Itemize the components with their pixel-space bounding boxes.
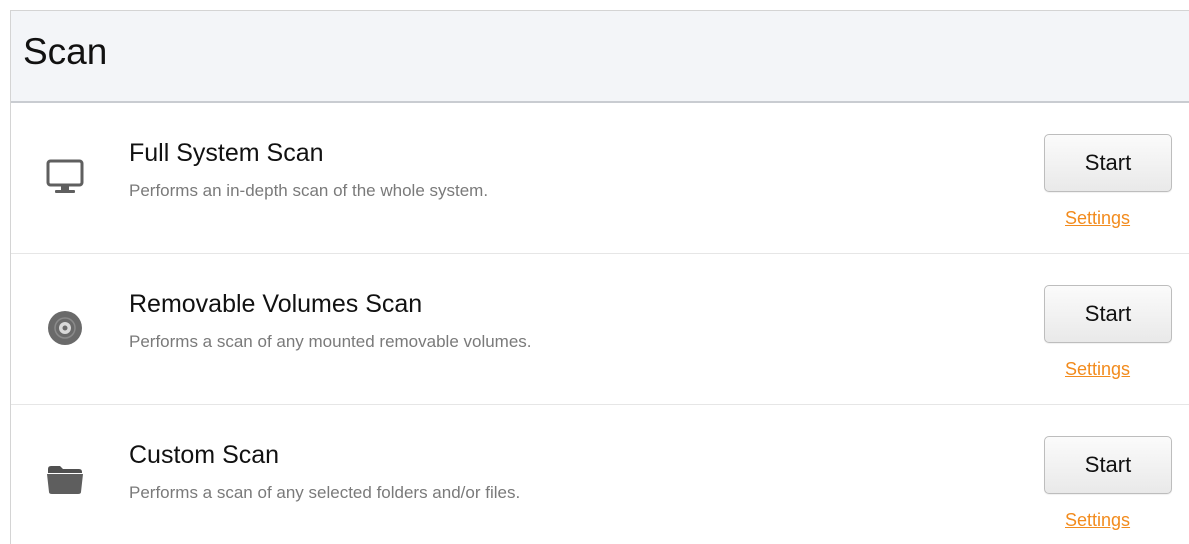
monitor-icon <box>39 151 91 203</box>
page-title: Scan <box>23 31 108 72</box>
scan-title: Full System Scan <box>129 139 324 167</box>
scan-panel: Scan Full System Scan Performs an in-dep… <box>10 10 1189 544</box>
scan-title: Custom Scan <box>129 441 280 469</box>
folder-icon <box>39 453 91 505</box>
scan-row-removable-volumes: Removable Volumes Scan Performs a scan o… <box>11 254 1189 405</box>
scan-description: Performs an in-depth scan of the whole s… <box>129 181 489 200</box>
disc-icon <box>39 302 91 354</box>
scan-title: Removable Volumes Scan <box>129 290 423 318</box>
start-full-system-scan-button[interactable]: Start <box>1044 134 1172 192</box>
scan-header: Scan <box>11 11 1189 103</box>
full-system-scan-settings-link[interactable]: Settings <box>1065 208 1130 229</box>
removable-volumes-scan-settings-link[interactable]: Settings <box>1065 359 1130 380</box>
custom-scan-settings-link[interactable]: Settings <box>1065 510 1130 531</box>
scan-row-custom: Custom Scan Performs a scan of any selec… <box>11 405 1189 544</box>
start-custom-scan-button[interactable]: Start <box>1044 436 1172 494</box>
scan-list: Full System Scan Performs an in-depth sc… <box>11 103 1189 544</box>
start-removable-volumes-scan-button[interactable]: Start <box>1044 285 1172 343</box>
scan-description: Performs a scan of any mounted removable… <box>129 332 532 351</box>
scan-description: Performs a scan of any selected folders … <box>129 483 521 502</box>
scan-row-full-system: Full System Scan Performs an in-depth sc… <box>11 103 1189 254</box>
